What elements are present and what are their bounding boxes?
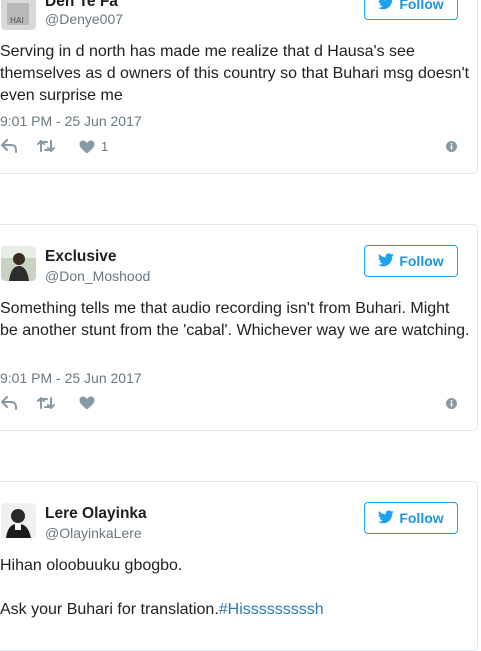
heart-icon[interactable] xyxy=(79,396,95,410)
info-icon[interactable] xyxy=(446,141,457,152)
follow-button[interactable]: Follow xyxy=(364,502,458,534)
user-handle[interactable]: @Denye007 xyxy=(45,11,123,27)
follow-label: Follow xyxy=(399,0,444,12)
twitter-bird-icon xyxy=(378,509,395,527)
twitter-bird-icon xyxy=(378,252,395,270)
heart-icon xyxy=(79,140,95,154)
follow-label: Follow xyxy=(399,510,444,526)
user-handle[interactable]: @Don_Moshood xyxy=(45,268,150,284)
avatar[interactable] xyxy=(1,246,36,281)
tweet-text-line: Ask your Buhari for translation.#Hisssss… xyxy=(0,599,470,621)
hashtag-link[interactable]: #Hisssssssssh xyxy=(219,601,324,618)
tweet-card: Lere Olayinka @OlayinkaLere Follow Hihan… xyxy=(0,481,478,651)
timestamp[interactable]: 9:01 PM - 25 Jun 2017 xyxy=(0,113,142,129)
tweet-card: HAI Den Te Fa @Denye007 Follow Serving i… xyxy=(0,0,478,174)
reply-icon[interactable] xyxy=(1,139,17,153)
tweet-text: Something tells me that audio recording … xyxy=(0,300,470,339)
retweet-icon[interactable] xyxy=(37,139,55,153)
tweet-text-line: Hihan oloobuuku gbogbo. xyxy=(0,557,183,574)
follow-label: Follow xyxy=(399,253,444,269)
follow-button[interactable]: Follow xyxy=(364,0,458,20)
display-name[interactable]: Exclusive xyxy=(45,248,117,266)
like-button[interactable]: 1 xyxy=(79,139,108,154)
tweet-actions xyxy=(0,396,470,414)
tweet-text: Serving in d north has made me realize t… xyxy=(0,43,470,104)
display-name[interactable]: Den Te Fa xyxy=(45,0,118,11)
reply-icon[interactable] xyxy=(1,396,17,410)
avatar[interactable] xyxy=(1,503,36,538)
avatar[interactable]: HAI xyxy=(1,0,36,30)
info-icon[interactable] xyxy=(446,398,457,409)
tweet-actions: 1 xyxy=(0,139,470,157)
timestamp[interactable]: 9:01 PM - 25 Jun 2017 xyxy=(0,370,142,386)
follow-button[interactable]: Follow xyxy=(364,245,458,277)
twitter-bird-icon xyxy=(378,0,394,13)
display-name[interactable]: Lere Olayinka xyxy=(45,505,147,523)
like-count: 1 xyxy=(101,139,109,154)
retweet-icon[interactable] xyxy=(37,396,55,410)
tweet-text: Ask your Buhari for translation. xyxy=(0,601,219,618)
svg-text:HAI: HAI xyxy=(10,16,24,25)
tweet-card: Exclusive @Don_Moshood Follow Something … xyxy=(0,224,478,431)
user-handle[interactable]: @OlayinkaLere xyxy=(45,525,142,541)
